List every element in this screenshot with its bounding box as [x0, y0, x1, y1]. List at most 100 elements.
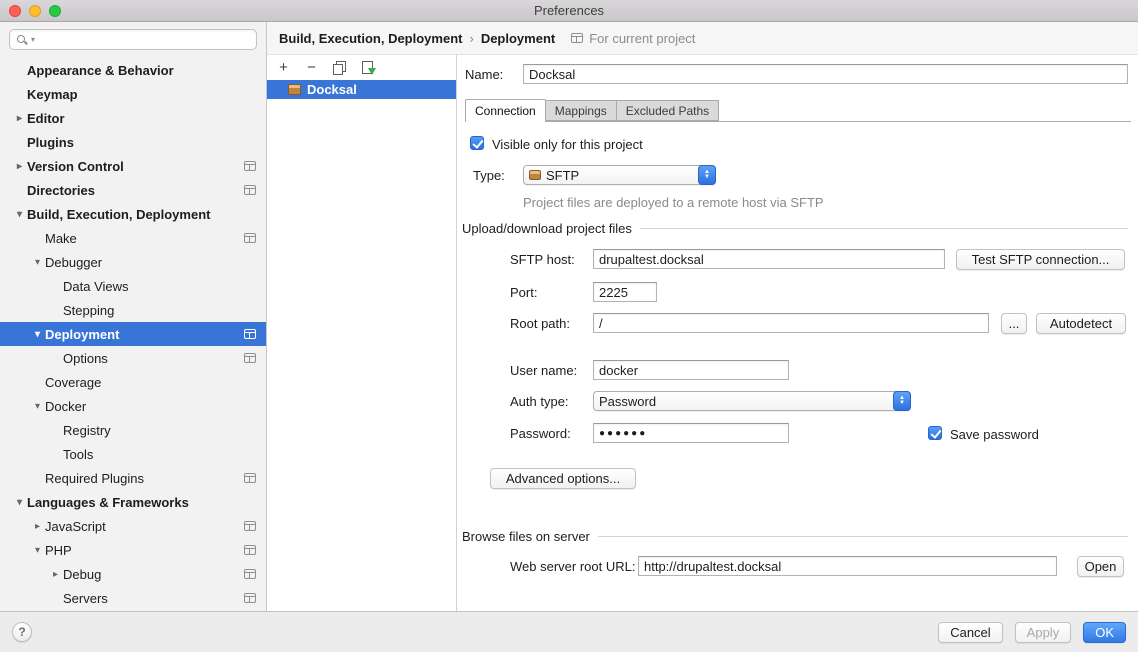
chevron-down-icon[interactable]: ▾: [30, 545, 45, 556]
select-stepper-icon: ▲▼: [698, 165, 716, 185]
name-input[interactable]: [523, 64, 1128, 84]
sftp-type-icon: [529, 170, 541, 180]
sync-icon: [361, 61, 374, 74]
footer-bar: ? Cancel Apply OK: [0, 611, 1138, 652]
current-project-icon: [571, 33, 583, 43]
sidebar-item-debugger[interactable]: ▾Debugger: [0, 250, 266, 274]
sidebar-item-label: PHP: [45, 543, 72, 558]
sidebar-item-languages-frameworks[interactable]: ▾Languages & Frameworks: [0, 490, 266, 514]
sidebar-item-editor[interactable]: ▸Editor: [0, 106, 266, 130]
password-label: Password:: [510, 426, 571, 441]
server-name: Docksal: [307, 82, 357, 97]
autodetect-button[interactable]: Autodetect: [1036, 313, 1126, 334]
sftp-host-input[interactable]: [593, 249, 945, 269]
apply-button[interactable]: Apply: [1015, 622, 1072, 643]
sftp-server-icon: [288, 84, 301, 95]
advanced-options-button[interactable]: Advanced options...: [490, 468, 636, 489]
add-server-button[interactable]: +: [276, 60, 291, 75]
open-button[interactable]: Open: [1077, 556, 1124, 577]
search-icon: [16, 34, 28, 46]
sidebar-item-label: Coverage: [45, 375, 101, 390]
sidebar-item-appearance-behavior[interactable]: Appearance & Behavior: [0, 58, 266, 82]
sidebar-item-label: Directories: [27, 183, 95, 198]
chevron-down-icon[interactable]: ▾: [30, 401, 45, 412]
chevron-right-icon[interactable]: ▸: [30, 521, 45, 532]
chevron-down-icon[interactable]: ▾: [30, 329, 45, 340]
sidebar-item-php[interactable]: ▾PHP: [0, 538, 266, 562]
settings-sidebar: ▾ Appearance & Behavior Keymap ▸EditorPlug…: [0, 22, 267, 611]
sidebar-item-required-plugins[interactable]: Required Plugins: [0, 466, 266, 490]
preferences-window: Preferences ▾ Appearance & Behavior Keyma…: [0, 0, 1138, 652]
name-label: Name:: [465, 67, 503, 82]
web-root-input[interactable]: [638, 556, 1057, 576]
sidebar-item-data-views[interactable]: Data Views: [0, 274, 266, 298]
sidebar-item-servers[interactable]: Servers: [0, 586, 266, 610]
sidebar-item-keymap[interactable]: Keymap: [0, 82, 266, 106]
chevron-down-icon[interactable]: ▾: [12, 209, 27, 220]
sidebar-item-make[interactable]: Make: [0, 226, 266, 250]
port-input[interactable]: [593, 282, 657, 302]
tab-excluded-paths[interactable]: Excluded Paths: [616, 100, 719, 121]
tab-mappings[interactable]: Mappings: [545, 100, 617, 121]
sidebar-item-label: Keymap: [27, 87, 78, 102]
cancel-button[interactable]: Cancel: [938, 622, 1002, 643]
chevron-right-icon[interactable]: ▸: [12, 161, 27, 172]
zoom-window-button[interactable]: [49, 5, 61, 17]
sidebar-item-debug[interactable]: ▸Debug: [0, 562, 266, 586]
sidebar-item-label: Make: [45, 231, 77, 246]
remove-server-button[interactable]: −: [304, 60, 319, 75]
sidebar-item-version-control[interactable]: ▸Version Control: [0, 154, 266, 178]
type-select[interactable]: SFTP ▲▼: [523, 165, 716, 185]
sidebar-item-label: Servers: [63, 591, 108, 606]
minimize-window-button[interactable]: [29, 5, 41, 17]
chevron-down-icon[interactable]: ▾: [30, 257, 45, 268]
sync-server-button[interactable]: [360, 60, 375, 75]
sidebar-item-label: Version Control: [27, 159, 124, 174]
close-window-button[interactable]: [9, 5, 21, 17]
search-scope-chevron-icon: ▾: [31, 35, 35, 44]
help-button[interactable]: ?: [12, 622, 32, 642]
sidebar-item-build-execution-deployment[interactable]: ▾Build, Execution, Deployment: [0, 202, 266, 226]
sftp-host-label: SFTP host:: [510, 252, 575, 267]
server-toolbar: +−: [267, 55, 456, 80]
sidebar-item-options[interactable]: Options: [0, 346, 266, 370]
test-connection-button[interactable]: Test SFTP connection...: [956, 249, 1125, 270]
copy-server-button[interactable]: [332, 60, 347, 75]
chevron-right-icon[interactable]: ▸: [12, 113, 27, 124]
current-project-badge-icon: [244, 569, 256, 579]
save-password-label: Save password: [950, 427, 1039, 442]
user-name-input[interactable]: [593, 360, 789, 380]
sidebar-item-registry[interactable]: Registry: [0, 418, 266, 442]
password-input[interactable]: [593, 423, 789, 443]
sidebar-item-label: JavaScript: [45, 519, 106, 534]
settings-search-input[interactable]: ▾: [9, 29, 257, 50]
browse-root-button[interactable]: ...: [1001, 313, 1027, 334]
sidebar-item-label: Stepping: [63, 303, 114, 318]
sidebar-item-plugins[interactable]: Plugins: [0, 130, 266, 154]
sidebar-item-tools[interactable]: Tools: [0, 442, 266, 466]
window-title: Preferences: [534, 3, 604, 18]
ok-button[interactable]: OK: [1083, 622, 1126, 643]
chevron-down-icon[interactable]: ▾: [12, 497, 27, 508]
sidebar-item-javascript[interactable]: ▸JavaScript: [0, 514, 266, 538]
current-project-badge-icon: [244, 593, 256, 603]
save-password-checkbox[interactable]: [928, 426, 942, 440]
visible-only-checkbox[interactable]: [470, 136, 484, 150]
type-hint: Project files are deployed to a remote h…: [523, 195, 824, 210]
server-list: Docksal: [267, 80, 456, 611]
chevron-right-icon[interactable]: ▸: [48, 569, 63, 580]
sidebar-item-stepping[interactable]: Stepping: [0, 298, 266, 322]
tab-connection[interactable]: Connection: [465, 99, 546, 122]
auth-type-select[interactable]: Password ▲▼: [593, 391, 911, 411]
root-path-input[interactable]: [593, 313, 989, 333]
user-name-label: User name:: [510, 363, 577, 378]
server-item-docksal[interactable]: Docksal: [267, 80, 456, 99]
sidebar-item-directories[interactable]: Directories: [0, 178, 266, 202]
sidebar-item-deployment[interactable]: ▾Deployment: [0, 322, 266, 346]
current-project-badge-icon: [244, 185, 256, 195]
breadcrumb-parent[interactable]: Build, Execution, Deployment: [279, 31, 462, 46]
sidebar-item-docker[interactable]: ▾Docker: [0, 394, 266, 418]
current-project-badge-icon: [244, 473, 256, 483]
scope-indicator: For current project: [571, 31, 695, 46]
sidebar-item-coverage[interactable]: Coverage: [0, 370, 266, 394]
